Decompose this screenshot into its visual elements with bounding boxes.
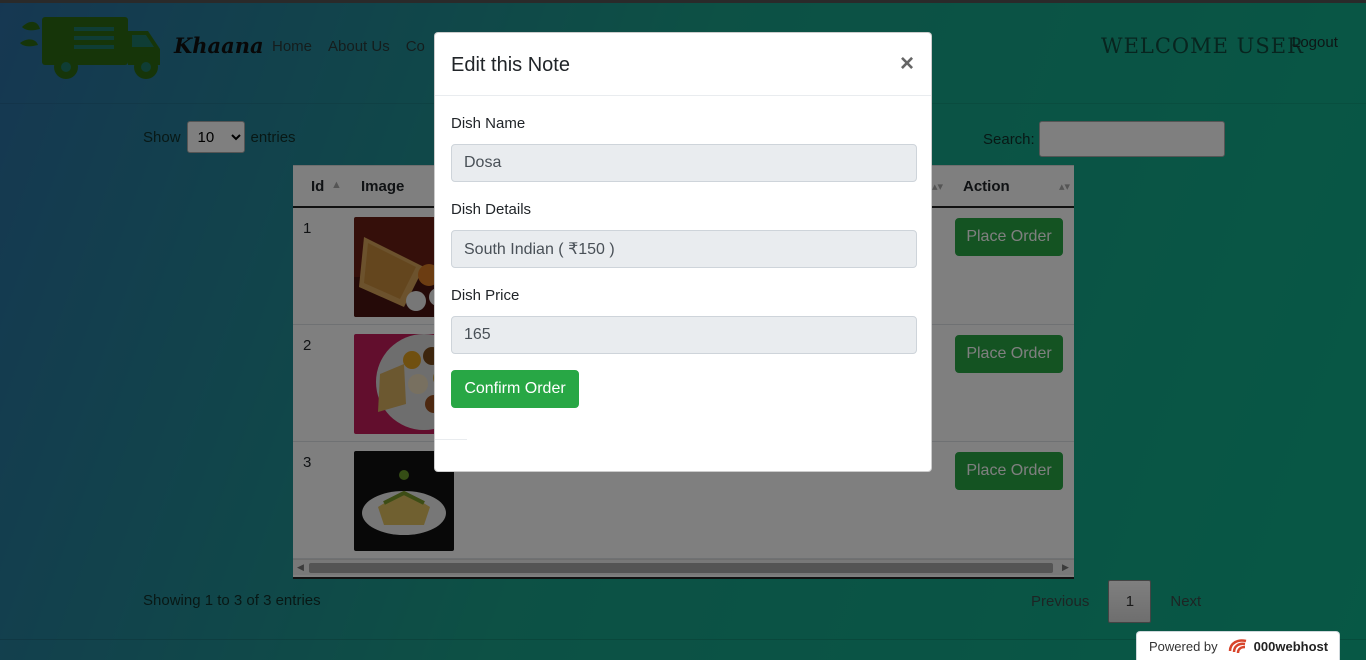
dish-details-field[interactable] bbox=[451, 230, 917, 268]
dish-name-field[interactable] bbox=[451, 144, 917, 182]
modal-footer-divider bbox=[435, 439, 467, 440]
host-brand: 000webhost bbox=[1253, 638, 1329, 654]
dish-price-field[interactable] bbox=[451, 316, 917, 354]
modal-title: Edit this Note bbox=[451, 54, 570, 76]
powered-by-badge[interactable]: Powered by 000webhost bbox=[1136, 631, 1340, 660]
close-icon[interactable]: × bbox=[900, 50, 914, 78]
edit-note-modal: Edit this Note × Dish Name Dish Details … bbox=[434, 32, 932, 472]
dish-price-label: Dish Price bbox=[451, 287, 520, 304]
powered-by-label: Powered by bbox=[1149, 638, 1218, 654]
dish-name-label: Dish Name bbox=[451, 115, 526, 132]
confirm-order-button[interactable]: Confirm Order bbox=[451, 370, 579, 408]
modal-header: Edit this Note × bbox=[435, 33, 931, 96]
webhost-logo-icon bbox=[1228, 639, 1246, 654]
dish-details-label: Dish Details bbox=[451, 201, 532, 218]
